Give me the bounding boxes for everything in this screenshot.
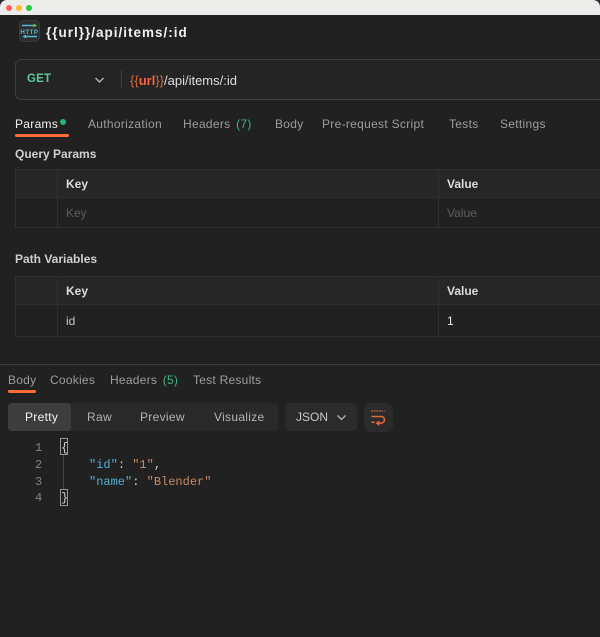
svg-text:HTTP: HTTP bbox=[20, 29, 38, 36]
